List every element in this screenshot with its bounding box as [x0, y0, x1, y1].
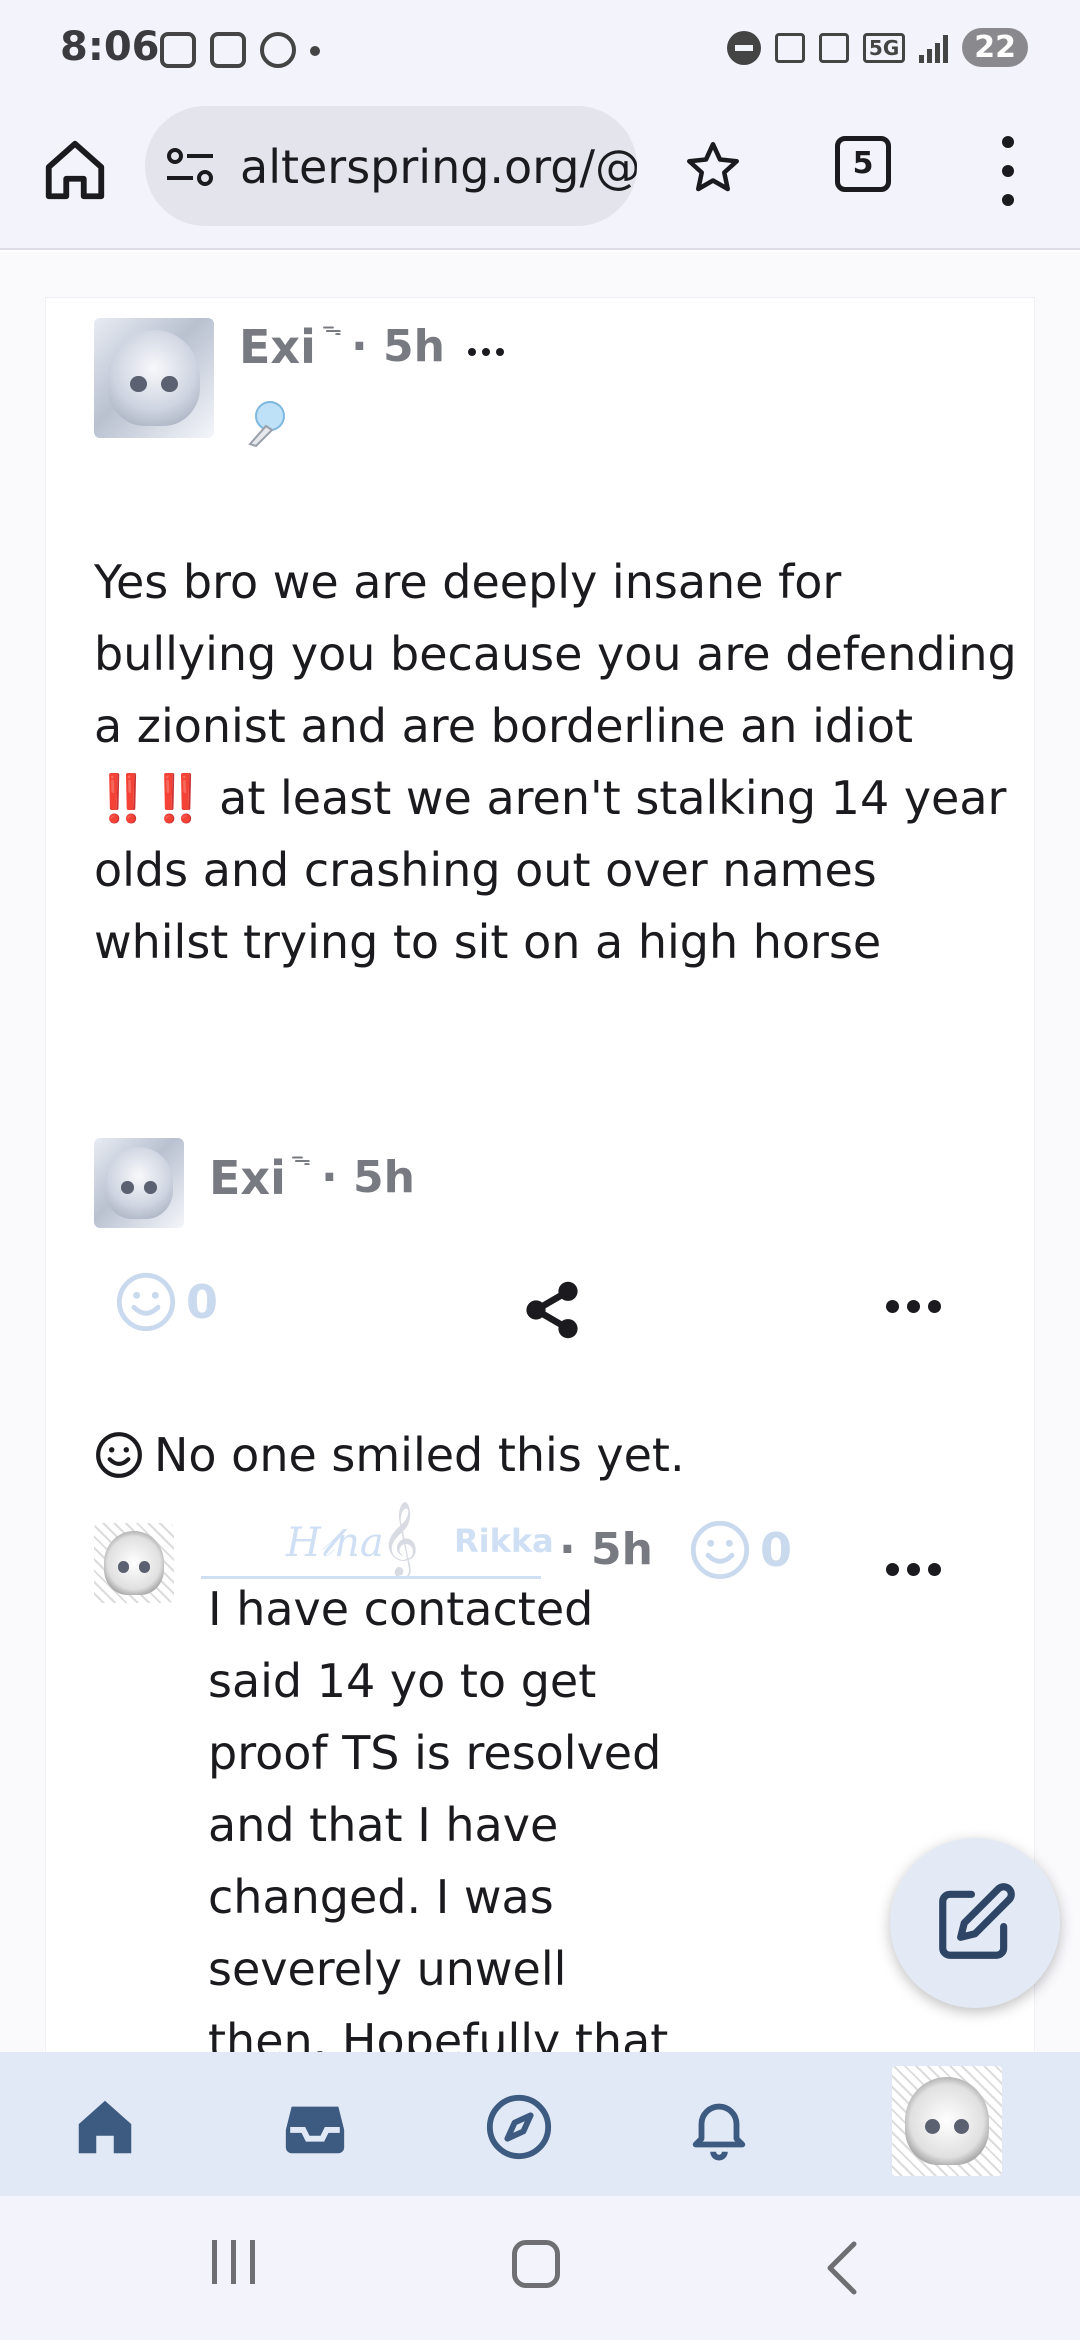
- reactions-summary-text: No one smiled this yet.: [154, 1428, 685, 1482]
- reply-author-sub: Rikka: [454, 1522, 554, 1560]
- browser-menu-button[interactable]: [998, 136, 1018, 206]
- post-author-name[interactable]: Exi: [239, 320, 316, 374]
- system-home-button[interactable]: [512, 2240, 560, 2288]
- more-horizontal-icon: [886, 1563, 899, 1576]
- author-avatar[interactable]: [94, 318, 214, 438]
- post-more-button[interactable]: [886, 1300, 941, 1313]
- system-navigation: [0, 2196, 1080, 2340]
- treble-clef-icon: 𝄞: [381, 1502, 419, 1576]
- bottom-navigation: [0, 2052, 1080, 2196]
- more-horizontal-icon: [468, 348, 476, 356]
- signal-icon: [919, 33, 949, 63]
- pinterest-icon: [260, 32, 296, 68]
- reply-author-avatar[interactable]: [94, 1523, 174, 1603]
- smile-icon: [690, 1520, 750, 1580]
- post-text-2: at least we aren't stalking 14 year olds…: [94, 771, 1007, 969]
- more-notifications-dot-icon: [310, 46, 320, 56]
- status-bar: 8:06 5G 22: [0, 0, 1080, 100]
- footer-time[interactable]: · 5h: [321, 1152, 415, 1203]
- profile-avatar-button[interactable]: [892, 2066, 1002, 2176]
- feed-content[interactable]: Exi ᯓ · 5h Yes bro we are deeply insane …: [0, 252, 1080, 2052]
- smile-icon: [96, 1432, 142, 1478]
- knife-badge-icon: [248, 401, 285, 448]
- site-settings-icon[interactable]: [165, 146, 215, 188]
- bookmark-button[interactable]: [683, 138, 743, 198]
- mute-icon: [774, 32, 805, 63]
- recents-button[interactable]: [212, 2240, 255, 2284]
- reply-smile-button[interactable]: 0: [688, 1518, 792, 1582]
- post-text-1: Yes bro we are deeply insane for bullyin…: [94, 555, 1017, 753]
- smile-count: 0: [186, 1275, 219, 1329]
- screenshot-icon: [210, 32, 246, 68]
- post-body: Yes bro we are deeply insane for bullyin…: [94, 546, 1024, 978]
- back-icon[interactable]: [822, 2240, 862, 2296]
- footer-author-avatar[interactable]: [94, 1138, 184, 1228]
- post-options-button[interactable]: [468, 348, 504, 356]
- more-vertical-icon: [1002, 136, 1014, 148]
- reply-more-button[interactable]: [886, 1563, 941, 1576]
- notification-icons: [160, 32, 320, 68]
- compose-button[interactable]: [890, 1838, 1060, 2008]
- browser-home-button[interactable]: [40, 135, 110, 205]
- smile-reaction-button[interactable]: 0: [114, 1270, 218, 1334]
- reply-body: I have contacted said 14 yo to get proof…: [208, 1582, 669, 2052]
- do-not-disturb-icon: [726, 30, 761, 65]
- reply-author-name[interactable]: H𝓁na 𝄞 Rikka: [201, 1502, 554, 1579]
- browser-toolbar: alterspring.org/@ 5: [0, 100, 1080, 250]
- system-status-icons: 5G 22: [726, 28, 1028, 67]
- compass-icon[interactable]: [484, 2092, 554, 2162]
- ribbon-icon: ᯓ: [291, 1146, 311, 1170]
- url-text[interactable]: alterspring.org/@: [240, 140, 637, 194]
- battery-indicator: 22: [962, 28, 1028, 67]
- reply-time[interactable]: · 5h: [559, 1524, 653, 1575]
- inbox-icon[interactable]: [280, 2092, 350, 2162]
- double-exclamation-icon: ‼️‼️: [94, 771, 207, 825]
- reply-smile-count: 0: [760, 1523, 793, 1577]
- more-horizontal-icon: [886, 1300, 899, 1313]
- address-bar[interactable]: alterspring.org/@: [145, 106, 637, 226]
- bell-icon[interactable]: [684, 2092, 754, 2162]
- star-icon: [687, 142, 739, 192]
- footer-author-name[interactable]: Exi: [209, 1151, 286, 1205]
- post-time[interactable]: · 5h: [351, 321, 445, 372]
- status-time: 8:06: [60, 24, 160, 70]
- share-icon[interactable]: [520, 1278, 584, 1342]
- hotspot-icon: [818, 32, 849, 63]
- edit-icon: [939, 1883, 1015, 1959]
- tab-switcher-button[interactable]: 5: [835, 136, 891, 192]
- home-icon: [45, 140, 105, 200]
- ribbon-icon: ᯓ: [322, 316, 342, 340]
- reply-author-main: H𝓁na: [286, 1520, 384, 1566]
- post-card: Exi ᯓ · 5h Yes bro we are deeply insane …: [45, 297, 1035, 2052]
- reactions-summary: No one smiled this yet.: [94, 1428, 685, 1482]
- smile-icon: [116, 1272, 176, 1332]
- youtube-icon: [160, 32, 196, 68]
- network-type-icon: 5G: [862, 32, 906, 63]
- home-icon[interactable]: [70, 2092, 140, 2162]
